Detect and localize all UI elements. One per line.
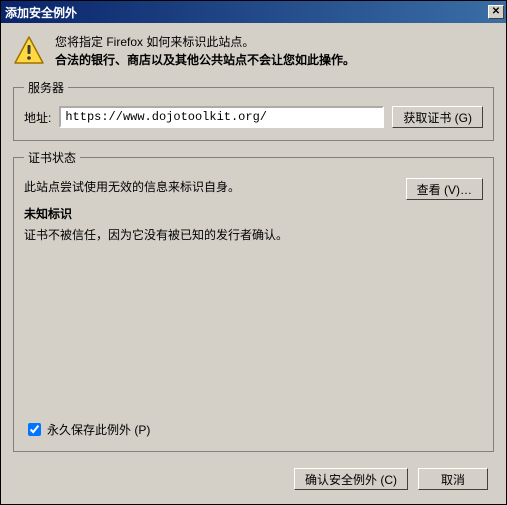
cert-status-fieldset: 证书状态 查看 (V)… 此站点尝试使用无效的信息来标识自身。 未知标识 证书不… <box>13 149 494 452</box>
address-input[interactable] <box>59 106 384 128</box>
cancel-button[interactable]: 取消 <box>418 468 488 490</box>
permanently-store-label[interactable]: 永久保存此例外 (P) <box>47 421 150 438</box>
confirm-exception-button[interactable]: 确认安全例外 (C) <box>294 468 408 490</box>
warning-icon <box>13 35 45 67</box>
header-text: 您将指定 Firefox 如何来标识此站点。 合法的银行、商店以及其他公共站点不… <box>55 33 494 69</box>
unknown-identity-desc: 证书不被信任，因为它没有被已知的发行者确认。 <box>24 226 483 243</box>
header-line1: 您将指定 Firefox 如何来标识此站点。 <box>55 33 494 51</box>
dialog-window: 添加安全例外 ✕ 您将指定 Firefox 如何来标识此站点。 合法的银行、商店… <box>0 0 507 505</box>
get-certificate-button[interactable]: 获取证书 (G) <box>392 106 483 128</box>
header-row: 您将指定 Firefox 如何来标识此站点。 合法的银行、商店以及其他公共站点不… <box>13 33 494 69</box>
server-row: 地址: 获取证书 (G) <box>24 106 483 128</box>
header-line2: 合法的银行、商店以及其他公共站点不会让您如此操作。 <box>55 51 494 69</box>
permanently-store-checkbox[interactable] <box>28 423 41 436</box>
dialog-content: 您将指定 Firefox 如何来标识此站点。 合法的银行、商店以及其他公共站点不… <box>1 23 506 504</box>
server-legend: 服务器 <box>24 79 68 96</box>
server-fieldset: 服务器 地址: 获取证书 (G) <box>13 79 494 141</box>
titlebar: 添加安全例外 ✕ <box>1 1 506 23</box>
unknown-identity-heading: 未知标识 <box>24 205 483 222</box>
view-certificate-button[interactable]: 查看 (V)… <box>406 178 483 200</box>
cert-status-body: 此站点尝试使用无效的信息来标识自身。 未知标识 证书不被信任，因为它没有被已知的… <box>24 176 483 414</box>
window-title: 添加安全例外 <box>5 4 488 21</box>
dialog-footer: 确认安全例外 (C) 取消 <box>13 460 494 496</box>
address-label: 地址: <box>24 109 51 126</box>
permanently-store-row: 永久保存此例外 (P) <box>24 420 483 439</box>
cert-status-legend: 证书状态 <box>24 149 80 166</box>
close-icon[interactable]: ✕ <box>488 5 504 19</box>
